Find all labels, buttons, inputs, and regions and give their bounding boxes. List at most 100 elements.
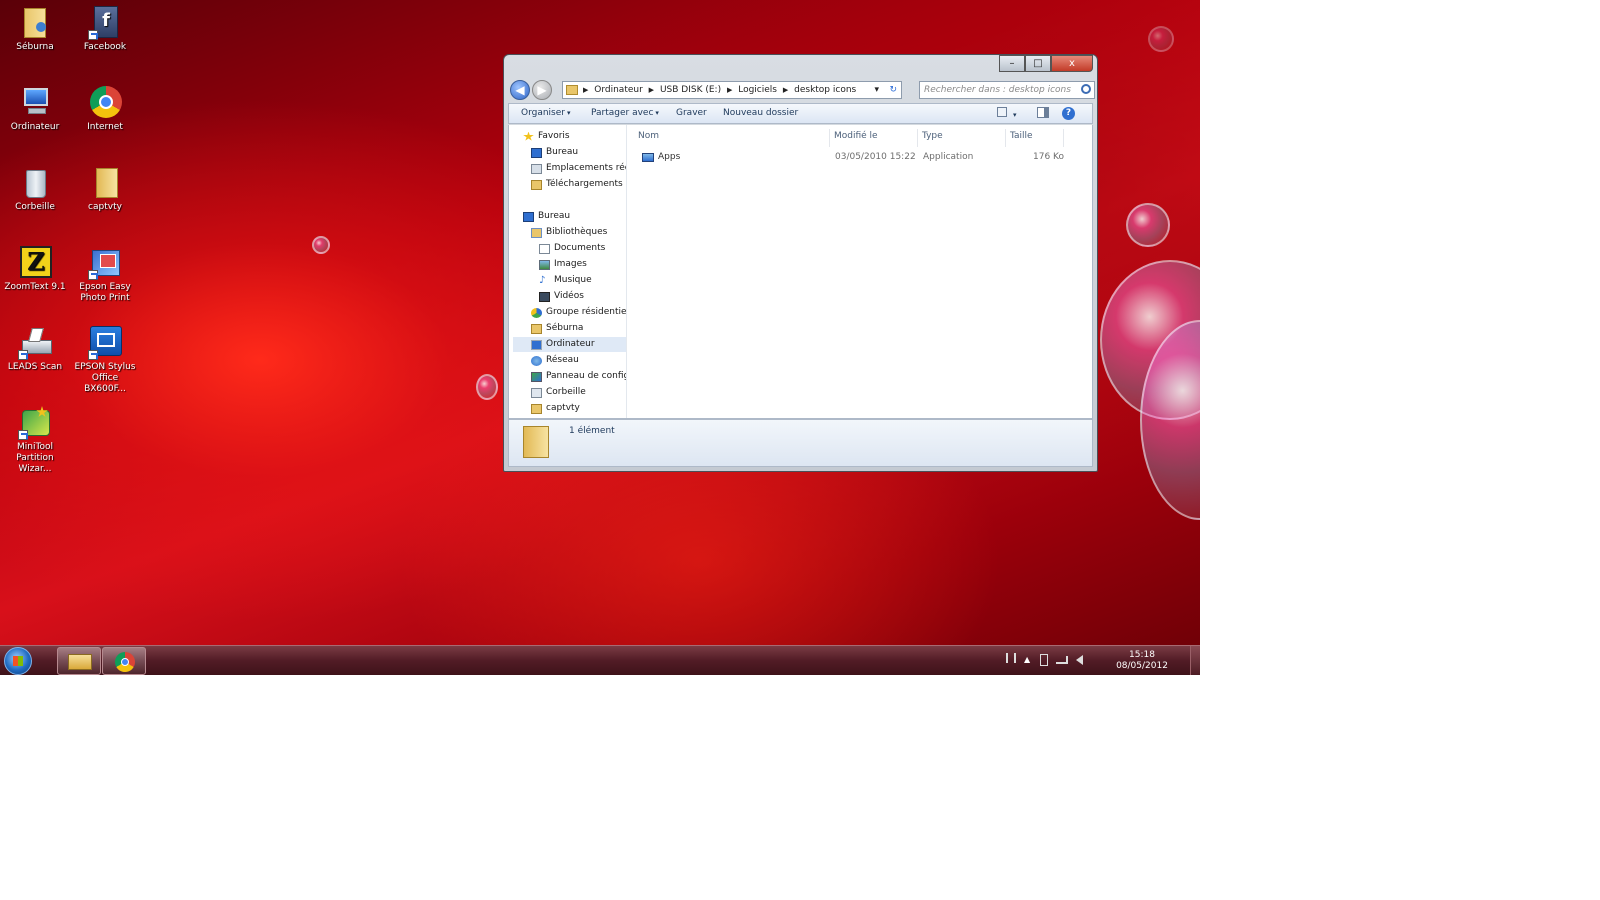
desktop-icon-label: Facebook [83, 42, 127, 52]
window-controls: – □ x [999, 55, 1093, 72]
desktop-icon-minitool[interactable]: MiniTool Partition Wizar... [0, 406, 70, 475]
share-button[interactable]: Partager avec ▾ [591, 108, 659, 118]
desktop-icon [523, 211, 534, 222]
desktop-icon-recycle-bin[interactable]: Corbeille [0, 166, 70, 213]
explorer-window: – □ x ◀ ▶ ▶ Ordinateur ▶ USB DISK (E:) ▶… [503, 54, 1098, 472]
nav-documents[interactable]: Documents [539, 241, 605, 256]
organize-button[interactable]: Organiser ▾ [521, 108, 571, 118]
desktop-icon-epson-photo[interactable]: Epson Easy Photo Print [70, 246, 140, 304]
star-icon [523, 131, 534, 141]
nav-desktop-root[interactable]: Bureau [523, 209, 570, 224]
search-input[interactable]: Rechercher dans : desktop icons [919, 81, 1095, 99]
chevron-right-icon: ▶ [726, 86, 733, 94]
desktop-icon-label: Internet [87, 122, 123, 132]
address-row: ◀ ▶ ▶ Ordinateur ▶ USB DISK (E:) ▶ Logic… [508, 79, 1095, 101]
desktop-icon-facebook[interactable]: f Facebook [70, 6, 140, 53]
chrome-icon [88, 86, 122, 120]
breadcrumb-usb-disk[interactable]: USB DISK (E:) [660, 85, 721, 95]
clock[interactable]: 15:18 08/05/2012 [1114, 650, 1170, 672]
navigation-pane: Favoris Bureau Emplacements récents Télé… [509, 125, 627, 418]
back-button[interactable]: ◀ [510, 80, 530, 100]
epson-office-icon [88, 326, 122, 360]
minimize-button[interactable]: – [999, 55, 1025, 72]
breadcrumb-logiciels[interactable]: Logiciels [738, 85, 777, 95]
nav-captvty[interactable]: captvty [531, 401, 580, 416]
nav-libraries[interactable]: Bibliothèques [531, 225, 607, 240]
desktop-icon-label: Ordinateur [10, 122, 60, 132]
recycle-bin-icon [18, 166, 52, 200]
usb-icon[interactable] [1040, 654, 1048, 666]
nav-images[interactable]: Images [539, 257, 587, 272]
close-button[interactable]: x [1051, 55, 1093, 72]
desktop-icon-zoomtext[interactable]: Z ZoomText 9.1 [0, 246, 70, 293]
item-count: 1 élément [569, 426, 615, 436]
clock-time: 15:18 [1129, 650, 1155, 660]
nav-recent-places[interactable]: Emplacements récents [531, 161, 626, 176]
chevron-right-icon: ▶ [782, 86, 789, 94]
breadcrumb-desktop-icons[interactable]: desktop icons [794, 85, 856, 95]
nav-recycle-bin[interactable]: Corbeille [531, 385, 586, 400]
file-name: Apps [658, 152, 681, 162]
taskbar-explorer-button[interactable] [57, 647, 101, 675]
preview-pane-button[interactable] [1037, 107, 1049, 121]
folder-icon [523, 426, 549, 458]
column-header-modified[interactable]: Modifié le [830, 129, 918, 147]
user-folder-icon [531, 323, 542, 334]
nav-homegroup[interactable]: Groupe résidentiel [531, 305, 626, 320]
nav-computer[interactable]: Ordinateur [513, 337, 626, 352]
show-desktop-button[interactable] [1190, 646, 1200, 675]
folder-icon [88, 166, 122, 200]
nav-downloads[interactable]: Téléchargements [531, 177, 623, 192]
nav-user[interactable]: Séburna [531, 321, 583, 336]
maximize-button[interactable]: □ [1025, 55, 1051, 72]
computer-icon [531, 339, 542, 350]
view-icon [997, 107, 1007, 117]
explorer-content: Favoris Bureau Emplacements récents Télé… [508, 125, 1093, 419]
address-dropdown-icon[interactable]: ▾ [874, 82, 879, 98]
column-header-size[interactable]: Taille [1006, 129, 1064, 147]
taskbar-chrome-button[interactable] [102, 647, 146, 675]
recent-places-icon [531, 163, 542, 174]
search-icon[interactable] [1081, 84, 1091, 94]
desktop-icon-internet[interactable]: Internet [70, 86, 140, 133]
nav-control-panel[interactable]: Panneau de configuration [531, 369, 626, 384]
videos-icon [539, 291, 550, 302]
view-options-button[interactable]: ▾ [997, 107, 1017, 120]
show-hidden-icons-button[interactable]: ▲ [1024, 655, 1030, 664]
file-row[interactable]: Apps 03/05/2010 15:22 Application 176 Ko [628, 149, 1092, 165]
forward-button[interactable]: ▶ [532, 80, 552, 100]
file-type: Application [923, 152, 974, 162]
nav-desktop[interactable]: Bureau [531, 145, 578, 160]
taskbar: ▲ 15:18 08/05/2012 [0, 645, 1200, 675]
help-icon[interactable]: ? [1062, 107, 1075, 120]
nav-favorites[interactable]: Favoris [523, 129, 570, 144]
volume-icon[interactable] [1076, 655, 1083, 665]
column-header-name[interactable]: Nom [634, 129, 830, 147]
refresh-icon[interactable]: ↻ [889, 82, 897, 98]
tray-app-icon[interactable] [1006, 653, 1016, 663]
desktop-icon-epson-office[interactable]: EPSON Stylus Office BX600F... [70, 326, 140, 395]
column-header-type[interactable]: Type [918, 129, 1006, 147]
desktop-icon-leads-scan[interactable]: LEADS Scan [0, 326, 70, 373]
recycle-bin-icon [531, 387, 542, 398]
chevron-down-icon: ▾ [567, 109, 571, 117]
address-bar[interactable]: ▶ Ordinateur ▶ USB DISK (E:) ▶ Logiciels… [562, 81, 902, 99]
start-button[interactable] [4, 647, 32, 675]
wallpaper-bubble [312, 236, 330, 254]
wallpaper-bubble [476, 374, 498, 400]
desktop-icon-computer[interactable]: Ordinateur [0, 86, 70, 133]
arrow-left-icon: ◀ [515, 83, 525, 97]
burn-button[interactable]: Graver [676, 108, 707, 118]
nav-network[interactable]: Réseau [531, 353, 579, 368]
nav-music[interactable]: ♪ Musique [539, 273, 592, 288]
new-folder-button[interactable]: Nouveau dossier [723, 108, 798, 118]
desktop-icon-label: Corbeille [15, 202, 55, 212]
desktop-icon-user[interactable]: Séburna [0, 6, 70, 53]
breadcrumb-computer[interactable]: Ordinateur [594, 85, 643, 95]
preview-pane-icon [1037, 107, 1049, 118]
network-icon[interactable] [1056, 656, 1068, 664]
desktop-icon-captvty[interactable]: captvty [70, 166, 140, 213]
desktop: Séburna f Facebook Ordinateur Internet C… [0, 0, 1200, 675]
desktop-icon-label: Epson Easy Photo Print [79, 282, 131, 303]
nav-videos[interactable]: Vidéos [539, 289, 584, 304]
